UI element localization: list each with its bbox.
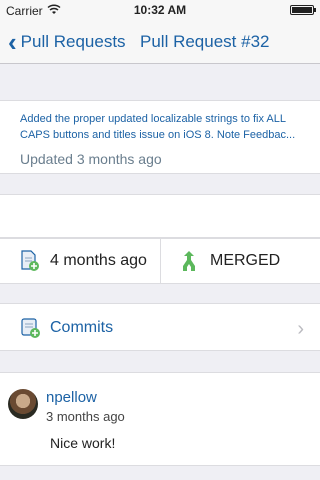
updated-timestamp: Updated 3 months ago — [20, 151, 162, 167]
chevron-right-icon: › — [297, 318, 304, 340]
status-bar: Carrier 10:32 AM — [0, 0, 320, 20]
pull-request-meta-row: 4 months ago MERGED — [0, 238, 320, 284]
document-add-icon — [20, 250, 40, 272]
pull-request-description-section: Added the proper updated localizable str… — [0, 100, 320, 174]
chevron-left-icon: ‹ — [8, 27, 17, 57]
comment-author[interactable]: npellow — [46, 389, 97, 406]
page-title: Pull Request #32 — [140, 32, 270, 51]
pull-request-description[interactable]: Added the proper updated localizable str… — [20, 111, 308, 143]
commits-icon — [20, 317, 42, 339]
divider — [160, 239, 161, 283]
status-time: 10:32 AM — [133, 3, 187, 17]
navigation-bar: ‹ Pull Requests Pull Request #32 — [0, 20, 320, 64]
blank-section — [0, 194, 320, 238]
comment: npellow 3 months ago Nice work! — [0, 372, 320, 466]
avatar[interactable] — [8, 389, 38, 419]
commits-row[interactable]: Commits › — [0, 303, 320, 351]
comment-body: Nice work! — [50, 435, 116, 451]
merge-icon — [180, 250, 198, 272]
commits-label: Commits — [50, 319, 114, 336]
back-button[interactable]: ‹ Pull Requests — [8, 29, 126, 55]
created-date: 4 months ago — [50, 252, 147, 269]
battery-icon — [290, 5, 316, 15]
back-button-label: Pull Requests — [20, 32, 126, 51]
merge-status: MERGED — [210, 252, 281, 269]
comment-timestamp: 3 months ago — [46, 409, 125, 424]
